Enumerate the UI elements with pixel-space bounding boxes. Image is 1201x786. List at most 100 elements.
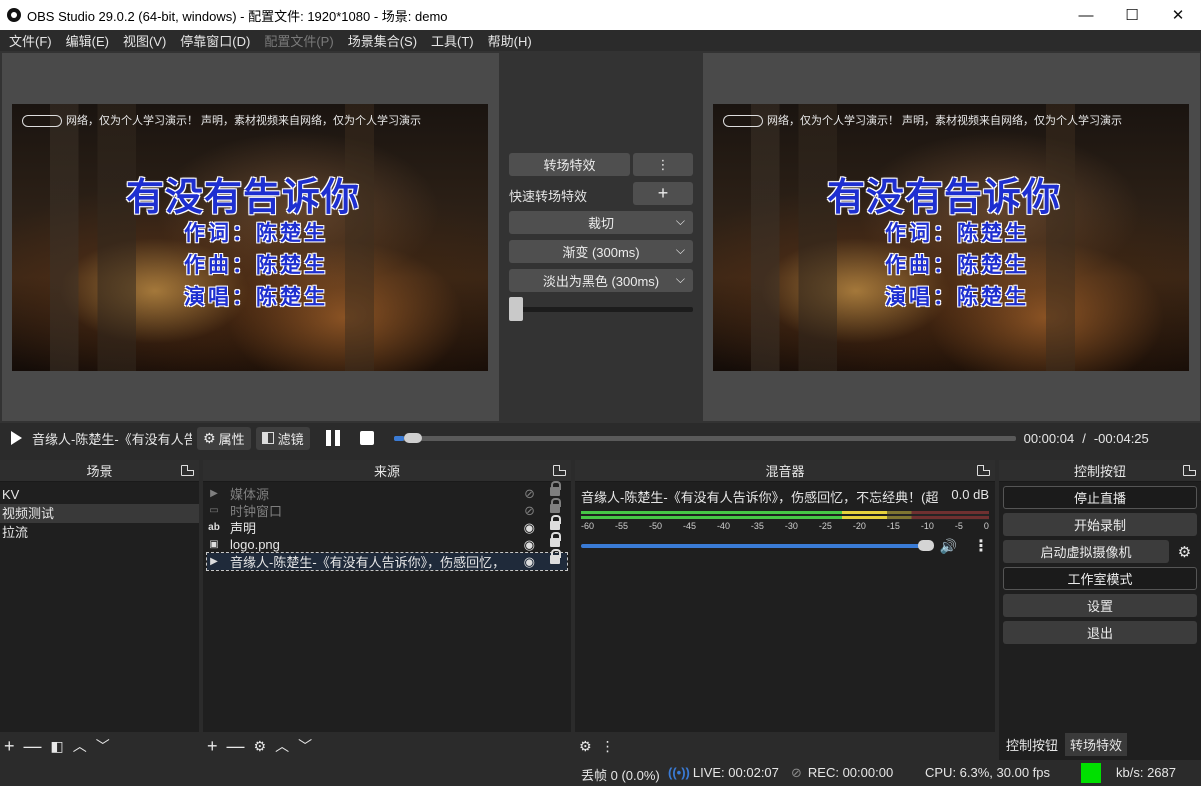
connection-health-indicator	[1081, 763, 1101, 783]
media-source-icon: ▶	[210, 488, 218, 499]
window-controls: — ☐ ✕	[1063, 0, 1201, 30]
menu-profile[interactable]: 配置文件(P)	[257, 31, 340, 50]
gear-icon[interactable]: ⚙	[579, 737, 592, 755]
gear-icon[interactable]: ⚙	[1173, 540, 1196, 563]
source-item[interactable]: ▶ 音缘人-陈楚生-《有没有人告诉你》，伤感回忆， ◉	[206, 549, 568, 571]
sources-dock: 来源 ▶ 媒体源 ⊘ ▭ 时钟窗口 ⊘ ab 声明 ◉ ▣ logo.png ◉…	[203, 460, 571, 760]
start-virtual-camera-button[interactable]: 启动虚拟摄像机 ⚙	[1003, 540, 1191, 563]
lock-icon[interactable]	[550, 532, 561, 547]
lock-icon[interactable]	[550, 481, 561, 496]
remove-icon[interactable]: —	[24, 737, 42, 755]
preview-watermark: 网络，仅为个人学习演示！ 声明，素材视频来自网络，仅为个人学习演示	[22, 112, 421, 128]
t-bar-handle[interactable]	[509, 297, 523, 321]
studio-mode-button[interactable]: 工作室模式	[1003, 567, 1197, 590]
move-up-icon[interactable]: ︿	[73, 737, 87, 755]
minimize-button[interactable]: —	[1063, 0, 1109, 30]
t-bar-slider[interactable]	[509, 297, 693, 321]
exit-button[interactable]: 退出	[1003, 621, 1197, 644]
select-value: 淡出为黑色 (300ms)	[542, 274, 660, 289]
scene-item[interactable]: 拉流	[0, 523, 199, 542]
gear-icon[interactable]: ⚙	[254, 737, 267, 755]
volume-slider[interactable]	[581, 540, 934, 551]
volume-control-row: 🔊 ⋮	[581, 536, 989, 556]
undock-icon[interactable]	[553, 465, 566, 476]
eye-hidden-icon[interactable]: ⊘	[524, 503, 535, 519]
menu-scene-collection[interactable]: 场景集合(S)	[341, 31, 424, 50]
stop-streaming-button[interactable]: 停止直播	[1003, 486, 1197, 509]
add-icon[interactable]: +	[4, 737, 15, 755]
lock-icon[interactable]	[550, 498, 561, 513]
lyricist-overlay: 作词：陈楚生	[184, 222, 328, 245]
more-options-icon[interactable]: ⋮	[973, 536, 989, 556]
preview-canvas[interactable]: 网络，仅为个人学习演示！ 声明，素材视频来自网络，仅为个人学习演示 有没有告诉你…	[2, 53, 499, 421]
eye-hidden-icon[interactable]: ⊘	[524, 486, 535, 502]
eye-icon[interactable]: ◉	[524, 554, 535, 570]
start-recording-button[interactable]: 开始录制	[1003, 513, 1197, 536]
sources-toolbar: + — ⚙ ︿ ﹀	[203, 732, 571, 760]
cpu-fps: CPU: 6.3%, 30.00 fps	[925, 765, 1051, 780]
menu-file[interactable]: 文件(F)	[2, 31, 59, 50]
program-watermark: 网络，仅为个人学习演示！ 声明，素材视频来自网络，仅为个人学习演示	[723, 112, 1122, 128]
menu-docks[interactable]: 停靠窗口(D)	[173, 31, 257, 50]
quick-transitions-label: 快速转场特效	[509, 189, 588, 204]
transition-fade-to-black-select[interactable]: 淡出为黑色 (300ms) ⌵	[509, 269, 693, 292]
move-down-icon[interactable]: ﹀	[298, 737, 312, 755]
play-icon[interactable]	[11, 431, 22, 445]
watermark-text: 网络，仅为个人学习演示！ 声明，素材视频来自网络，仅为个人学习演示	[66, 115, 422, 127]
tab-transitions[interactable]: 转场特效	[1065, 733, 1128, 756]
maximize-button[interactable]: ☐	[1109, 0, 1155, 30]
seek-handle[interactable]	[403, 433, 422, 443]
select-value: 裁切	[587, 216, 614, 231]
filters-button[interactable]: 滤镜	[255, 426, 310, 450]
transition-button[interactable]: 转场特效	[509, 153, 630, 176]
add-quick-transition-button[interactable]: +	[633, 182, 693, 205]
tab-controls[interactable]: 控制按钮	[1001, 733, 1064, 756]
transition-menu-button[interactable]: ⋮	[633, 153, 693, 176]
lock-icon[interactable]	[550, 515, 561, 530]
lock-icon[interactable]	[550, 549, 561, 564]
undock-icon[interactable]	[1183, 465, 1196, 476]
scene-item[interactable]: 视频测试	[0, 504, 199, 523]
preview-video-frame: 网络，仅为个人学习演示！ 声明，素材视频来自网络，仅为个人学习演示 有没有告诉你…	[12, 104, 488, 371]
chevron-down-icon: ⌵	[675, 214, 685, 228]
close-button[interactable]: ✕	[1155, 0, 1201, 30]
mixer-channel: 音缘人-陈楚生-《有没有人告诉你》，伤感回忆，不忘经典！(超 0.0 dB -6…	[575, 482, 995, 556]
stop-icon[interactable]	[359, 431, 374, 445]
time-separator: /	[1082, 430, 1086, 446]
undock-icon[interactable]	[181, 465, 194, 476]
menu-edit[interactable]: 编辑(E)	[59, 31, 116, 50]
add-icon[interactable]: +	[207, 737, 218, 755]
eye-icon[interactable]: ◉	[524, 537, 535, 553]
eye-icon[interactable]: ◉	[524, 520, 535, 536]
properties-button[interactable]: ⚙ 属性	[197, 426, 251, 450]
source-item[interactable]: ▣ logo.png ◉	[207, 532, 567, 553]
scene-item[interactable]: KV	[0, 485, 199, 504]
transition-cut-select[interactable]: 裁切 ⌵	[509, 211, 693, 234]
remove-icon[interactable]: —	[227, 737, 245, 755]
menu-tools[interactable]: 工具(T)	[424, 31, 481, 50]
mixer-channel-name: 音缘人-陈楚生-《有没有人告诉你》，伤感回忆，不忘经典！(超	[581, 490, 939, 505]
more-options-icon[interactable]: ⋮	[601, 737, 615, 755]
program-canvas[interactable]: 网络，仅为个人学习演示！ 声明，素材视频来自网络，仅为个人学习演示 有没有告诉你…	[703, 53, 1200, 421]
program-video-frame: 网络，仅为个人学习演示！ 声明，素材视频来自网络，仅为个人学习演示 有没有告诉你…	[713, 104, 1189, 371]
scale-tick: -40	[716, 521, 730, 531]
singer-overlay: 演唱：陈楚生	[184, 286, 328, 309]
undock-icon[interactable]	[977, 465, 990, 476]
menu-help[interactable]: 帮助(H)	[481, 31, 539, 50]
settings-button[interactable]: 设置	[1003, 594, 1197, 617]
move-down-icon[interactable]: ﹀	[96, 737, 110, 755]
media-seek-slider[interactable]	[393, 430, 1016, 446]
controls-list: 停止直播 开始录制 启动虚拟摄像机 ⚙ 工作室模式 设置 退出	[999, 482, 1201, 644]
source-item[interactable]: ab 声明 ◉	[207, 515, 567, 536]
volume-handle[interactable]	[917, 540, 934, 551]
chevron-down-icon: ⌵	[675, 272, 685, 286]
menu-view[interactable]: 视图(V)	[116, 31, 173, 50]
song-title-overlay: 有没有告诉你	[827, 177, 1062, 219]
transition-fade-select[interactable]: 渐变 (300ms) ⌵	[509, 240, 693, 263]
move-up-icon[interactable]: ︿	[275, 737, 289, 755]
pause-icon[interactable]	[325, 430, 340, 446]
filter-icon[interactable]: ◧	[51, 737, 64, 755]
source-item[interactable]: ▶ 媒体源 ⊘	[207, 481, 567, 502]
source-item[interactable]: ▭ 时钟窗口 ⊘	[207, 498, 567, 519]
speaker-icon[interactable]: 🔊	[940, 538, 957, 555]
